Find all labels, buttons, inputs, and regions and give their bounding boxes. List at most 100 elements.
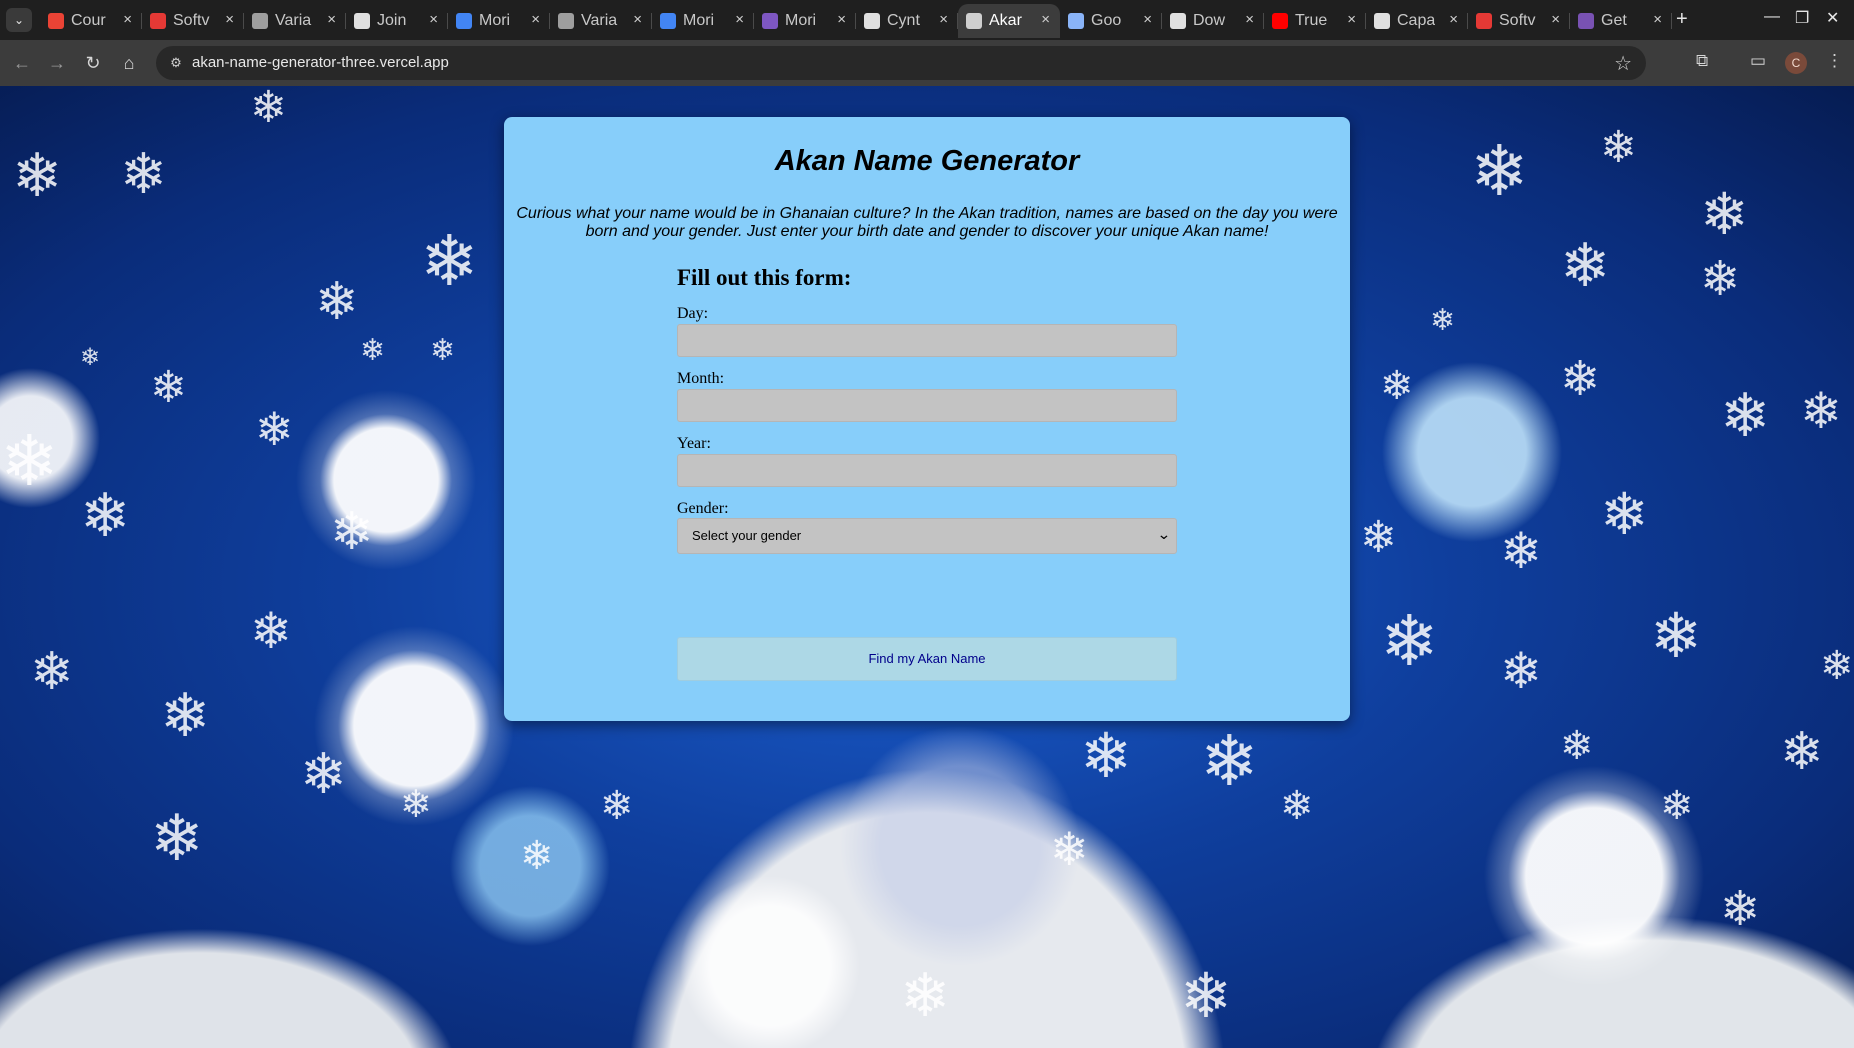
snowflake-icon: ❄ <box>1560 353 1601 406</box>
browser-tab[interactable]: Varia × <box>550 4 652 38</box>
browser-tab[interactable]: True × <box>1264 4 1366 38</box>
browser-menu-icon[interactable]: ⋮ <box>1826 51 1843 71</box>
tab-title: Cour <box>71 12 106 29</box>
chevron-down-icon: ⌄ <box>1157 526 1172 542</box>
find-akan-name-button[interactable]: Find my Akan Name <box>677 637 1177 681</box>
browser-tab[interactable]: Mori × <box>448 4 550 38</box>
tab-title: Varia <box>275 12 312 29</box>
snowflake-icon: ❄ <box>250 603 292 659</box>
new-tab-button[interactable]: + <box>1676 8 1688 31</box>
snowflake-icon: ❄ <box>1700 182 1749 247</box>
close-tab-icon[interactable]: × <box>1245 11 1254 28</box>
snowflake-icon: ❄ <box>400 784 432 826</box>
profile-avatar[interactable]: C <box>1785 52 1807 74</box>
snowflake-icon: ❄ <box>1080 722 1132 791</box>
browser-tab[interactable]: Dow × <box>1162 4 1264 38</box>
month-input[interactable] <box>677 389 1177 422</box>
quora-icon <box>354 13 370 29</box>
calendar-icon <box>660 13 676 29</box>
form-heading: Fill out this form: <box>677 265 852 290</box>
snowflake-icon: ❄ <box>1720 883 1761 936</box>
browser-tab[interactable]: Mori × <box>652 4 754 38</box>
close-tab-icon[interactable]: × <box>837 11 846 28</box>
restore-icon[interactable]: ❐ <box>1795 8 1809 28</box>
github-icon <box>864 13 880 29</box>
tab-title: True <box>1295 12 1328 29</box>
back-icon[interactable]: ← <box>10 51 34 75</box>
snowflake-icon: ❄ <box>1650 602 1702 671</box>
close-tab-icon[interactable]: × <box>1653 11 1662 28</box>
tab-title: Dow <box>1193 12 1226 29</box>
close-window-icon[interactable]: ✕ <box>1826 8 1839 28</box>
close-tab-icon[interactable]: × <box>1449 11 1458 28</box>
snowflake-icon: ❄ <box>1820 644 1854 688</box>
browser-tab[interactable]: Varia × <box>244 4 346 38</box>
snowflake-icon: ❄ <box>0 422 59 500</box>
url-text[interactable]: akan-name-generator-three.vercel.app <box>192 54 449 71</box>
snowflake-icon: ❄ <box>150 802 204 874</box>
snowflake-icon: ❄ <box>1280 784 1314 828</box>
forward-icon[interactable]: → <box>45 51 69 75</box>
tab-search-button[interactable]: ⌄ <box>6 8 32 32</box>
tab-title: Softv <box>173 12 210 29</box>
tab-title: Mori <box>479 12 511 29</box>
snowflake-icon: ❄ <box>1500 523 1542 579</box>
browser-tab[interactable]: Cour × <box>40 4 142 38</box>
close-tab-icon[interactable]: × <box>1551 11 1560 28</box>
close-tab-icon[interactable]: × <box>327 11 336 28</box>
browser-tab[interactable]: Softv × <box>142 4 244 38</box>
youtube-icon <box>1272 13 1288 29</box>
close-tab-icon[interactable]: × <box>225 11 234 28</box>
day-input[interactable] <box>677 324 1177 357</box>
browser-tab[interactable]: Capa × <box>1366 4 1468 38</box>
snowflake-icon: ❄ <box>600 784 634 828</box>
extensions-icon[interactable]: ⧉ <box>1696 51 1708 71</box>
browser-tab[interactable]: Mori × <box>754 4 856 38</box>
close-tab-icon[interactable]: × <box>1143 11 1152 28</box>
month-label: Month: <box>677 370 725 387</box>
sparkle-icon <box>1068 13 1084 29</box>
close-tab-icon[interactable]: × <box>1041 11 1050 28</box>
close-tab-icon[interactable]: × <box>123 11 132 28</box>
browser-tab[interactable]: Goo × <box>1060 4 1162 38</box>
close-tab-icon[interactable]: × <box>531 11 540 28</box>
spinner-icon <box>1476 13 1492 29</box>
tab-title: Capa <box>1397 12 1435 29</box>
generator-card: Akan Name Generator Curious what your na… <box>504 117 1350 721</box>
tab-title: Get <box>1601 12 1627 29</box>
browser-tab[interactable]: Cynt × <box>856 4 958 38</box>
reload-icon[interactable]: ↻ <box>81 51 105 75</box>
close-tab-icon[interactable]: × <box>939 11 948 28</box>
snowflake-icon: ❄ <box>1560 724 1594 768</box>
day-label: Day: <box>677 305 709 322</box>
gmail-icon <box>48 13 64 29</box>
site-info-icon[interactable]: ⚙ <box>166 53 186 73</box>
browser-tab[interactable]: Get × <box>1570 4 1672 38</box>
cast-icon[interactable]: ▭ <box>1750 51 1766 71</box>
snowflake-icon: ❄ <box>1560 232 1611 299</box>
gender-label: Gender: <box>677 500 729 517</box>
address-bar[interactable]: ⚙ akan-name-generator-three.vercel.app ☆ <box>156 46 1646 80</box>
close-tab-icon[interactable]: × <box>1347 11 1356 28</box>
snowflake-icon: ❄ <box>1720 382 1771 449</box>
snowflake-icon: ❄ <box>420 222 479 300</box>
home-icon[interactable]: ⌂ <box>117 51 141 75</box>
page-icon <box>966 13 982 29</box>
snowflake-icon: ❄ <box>1500 643 1542 699</box>
browser-tab[interactable]: Join × <box>346 4 448 38</box>
minimize-icon[interactable]: — <box>1764 8 1780 26</box>
snowflake-icon: ❄ <box>900 962 951 1029</box>
snowflake-icon: ❄ <box>1700 253 1741 306</box>
close-tab-icon[interactable]: × <box>735 11 744 28</box>
year-input[interactable] <box>677 454 1177 487</box>
gender-select[interactable]: Select your gender ⌄ <box>677 518 1177 554</box>
browser-tab[interactable]: Akar × <box>958 4 1060 38</box>
close-tab-icon[interactable]: × <box>429 11 438 28</box>
snowflake-icon: ❄ <box>360 334 386 367</box>
snowflake-icon: ❄ <box>1470 132 1529 210</box>
tab-title: Mori <box>785 12 817 29</box>
close-tab-icon[interactable]: × <box>633 11 642 28</box>
browser-tab[interactable]: Softv × <box>1468 4 1570 38</box>
snowflake-icon: ❄ <box>520 834 554 878</box>
bookmark-star-icon[interactable]: ☆ <box>1614 51 1632 76</box>
